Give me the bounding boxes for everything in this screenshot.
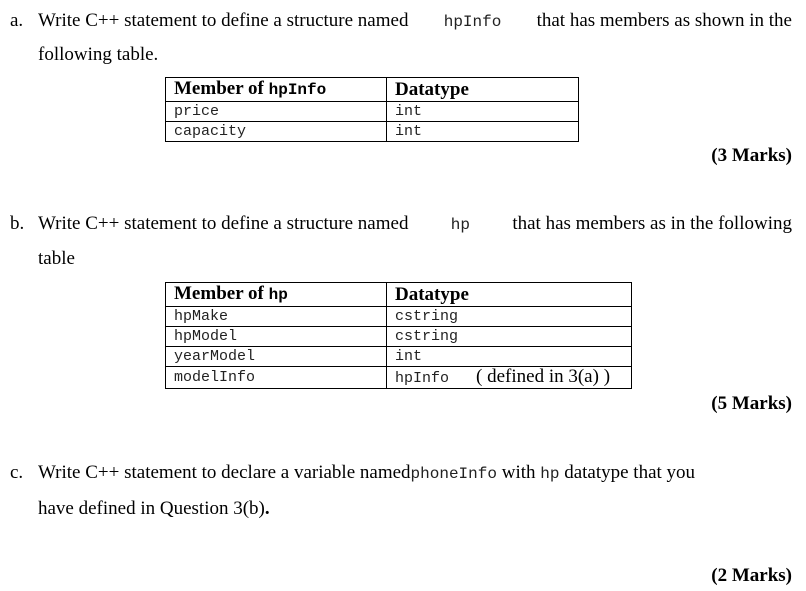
question-c-code-type: hp — [540, 465, 560, 483]
table-row: price int — [165, 101, 579, 122]
header-datatype: Datatype — [386, 282, 632, 307]
table-row: capacity int — [165, 121, 579, 142]
question-c-text-pre: Write C++ statement to declare a variabl… — [38, 462, 411, 483]
question-b-line2: table — [38, 248, 75, 269]
question-a-text-post: that has members as shown in the — [536, 10, 792, 31]
member-cell: hpModel — [165, 326, 387, 347]
member-cell: yearModel — [165, 346, 387, 367]
question-b-label: b. — [10, 213, 25, 234]
question-c-label: c. — [10, 462, 24, 483]
question-b-line1: Write C++ statement to define a structur… — [38, 213, 792, 235]
question-c-marks: (2 Marks) — [711, 565, 792, 586]
datatype-cell: hpInfo ( defined in 3(a) ) — [386, 365, 632, 389]
table-header-row: Member of hp Datatype — [165, 282, 632, 307]
header-member-code: hpInfo — [268, 81, 327, 99]
question-c-line2-period: . — [264, 498, 270, 519]
table-header-row: Member of hpInfo Datatype — [165, 77, 579, 102]
table-row: modelInfo hpInfo ( defined in 3(a) ) — [165, 365, 632, 389]
question-a-code-struct: hpInfo — [443, 13, 502, 31]
header-member-prefix: Member of — [174, 78, 264, 99]
question-a-line1: Write C++ statement to define a structur… — [38, 10, 792, 32]
question-c-code-variable: phoneInfo — [410, 465, 497, 483]
table-row: yearModel int — [165, 346, 632, 367]
member-cell: capacity — [165, 121, 387, 142]
hp-members-table: Member of hp Datatype hpMake cstring hpM… — [165, 282, 632, 389]
header-member: Member of hp — [165, 282, 387, 307]
member-cell: hpMake — [165, 306, 387, 327]
hpinfo-members-table: Member of hpInfo Datatype price int capa… — [165, 77, 579, 142]
question-a-line2: following table. — [38, 44, 159, 65]
datatype-cell: int — [386, 121, 579, 142]
question-b-text-post: that has members as in the following — [512, 213, 792, 234]
table-row: hpMake cstring — [165, 306, 632, 327]
datatype-cell: int — [386, 101, 579, 122]
header-datatype: Datatype — [386, 77, 579, 102]
member-cell: modelInfo — [165, 366, 387, 389]
datatype-cell: cstring — [386, 306, 632, 327]
datatype-note: ( defined in 3(a) ) — [476, 365, 611, 387]
question-a-text-pre: Write C++ statement to define a structur… — [38, 10, 408, 32]
member-cell: price — [165, 101, 387, 122]
header-member: Member of hpInfo — [165, 77, 387, 102]
question-a-label: a. — [10, 10, 24, 31]
datatype-code: hpInfo — [395, 369, 450, 387]
header-member-prefix: Member of — [174, 283, 264, 304]
question-c-line2-text: have defined in Question 3(b) — [38, 498, 265, 519]
question-a-pre-text: Write C++ statement to define a structur… — [38, 10, 409, 31]
datatype-cell: cstring — [386, 326, 632, 347]
table-row: hpModel cstring — [165, 326, 632, 347]
question-a-marks: (3 Marks) — [711, 145, 792, 166]
question-b-text-pre: Write C++ statement to define a structur… — [38, 213, 409, 234]
datatype-cell: int — [386, 346, 632, 367]
question-c-line2: have defined in Question 3(b). — [38, 498, 270, 520]
question-c-post-text: datatype that you — [564, 462, 696, 483]
question-b-marks: (5 Marks) — [711, 393, 792, 414]
header-member-code: hp — [268, 286, 288, 304]
question-c-text-post: datatype that you — [559, 462, 695, 483]
question-b-code-struct: hp — [450, 216, 470, 234]
question-c-text-mid: with — [501, 462, 536, 483]
question-c-line1: Write C++ statement to declare a variabl… — [38, 462, 695, 484]
